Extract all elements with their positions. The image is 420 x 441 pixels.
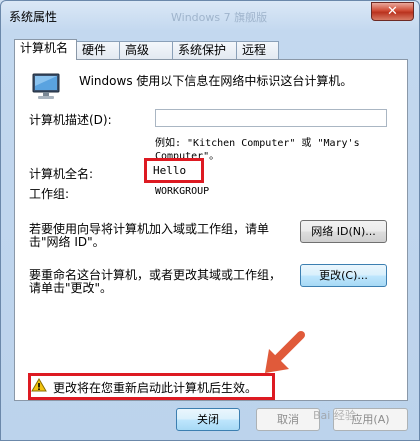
apply-button-label: 应用(A) xyxy=(351,413,390,426)
computer-description-input[interactable] xyxy=(155,109,387,127)
change-button-label: 更改(C)... xyxy=(319,269,368,282)
tab-label: 系统保护 xyxy=(178,43,227,57)
tab-label: 远程 xyxy=(242,43,267,57)
cancel-button[interactable]: 取消 xyxy=(256,408,320,431)
tab-label: 高级 xyxy=(125,43,150,57)
computer-icon xyxy=(32,73,60,99)
full-computer-name-label: 计算机全名: xyxy=(29,167,94,181)
tab-computer-name[interactable]: 计算机名 xyxy=(14,39,77,60)
tab-remote[interactable]: 远程 xyxy=(236,41,279,59)
workgroup-label: 工作组: xyxy=(29,187,70,201)
title-bar[interactable]: 系统属性 Windows 7 旗舰版 ✕ xyxy=(1,1,419,31)
tab-label: 硬件 xyxy=(82,43,107,57)
red-arrow-icon xyxy=(265,331,305,373)
restart-warning-text: 更改将在您重新启动此计算机后生效。 xyxy=(53,381,258,395)
intro-text: Windows 使用以下信息在网络中标识这台计算机。 xyxy=(79,74,353,88)
network-id-text-line2: 击"网络 ID"。 xyxy=(29,235,105,249)
watermark: Bai 经验 xyxy=(313,409,356,422)
full-computer-name-value: Hello xyxy=(153,164,187,177)
tab-hardware[interactable]: 硬件 xyxy=(76,41,120,59)
network-id-button-label: 网络 ID(N)... xyxy=(311,225,376,238)
close-button-label: 关闭 xyxy=(197,413,219,426)
tab-advanced[interactable]: 高级 xyxy=(119,41,173,59)
tab-panel-computer-name: Windows 使用以下信息在网络中标识这台计算机。 计算机描述(D): 例如:… xyxy=(14,59,408,401)
rename-text-line2: 请单击"更改"。 xyxy=(29,281,113,295)
background-window-title: Windows 7 旗舰版 xyxy=(171,11,268,24)
change-button[interactable]: 更改(C)... xyxy=(300,264,387,287)
tab-label: 计算机名 xyxy=(20,41,69,55)
computer-description-label: 计算机描述(D): xyxy=(29,113,112,127)
close-icon: ✕ xyxy=(387,4,398,19)
system-properties-window: 系统属性 Windows 7 旗舰版 ✕ 计算机名 硬件 高级 系统保护 远程 xyxy=(0,0,420,441)
close-window-button[interactable]: ✕ xyxy=(371,2,414,21)
warning-icon xyxy=(31,378,47,392)
tab-system-protection[interactable]: 系统保护 xyxy=(172,41,237,59)
workgroup-value: WORKGROUP xyxy=(155,186,210,197)
window-title: 系统属性 xyxy=(9,10,58,24)
close-button[interactable]: 关闭 xyxy=(176,408,240,431)
network-id-button[interactable]: 网络 ID(N)... xyxy=(300,220,387,243)
cancel-button-label: 取消 xyxy=(277,413,299,426)
